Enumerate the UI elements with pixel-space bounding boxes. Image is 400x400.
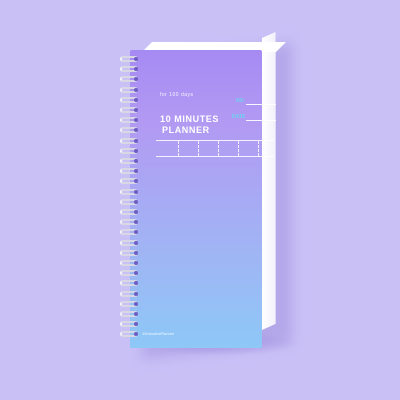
spiral-binding (120, 56, 142, 346)
binding-hole (134, 159, 138, 163)
binding-hole (134, 87, 138, 92)
cover-title-line1: 10 MINUTES (160, 114, 220, 124)
binding-hole (134, 240, 138, 245)
binding-hole (134, 189, 138, 194)
binding-hole (134, 250, 138, 255)
cover-divider-4 (238, 141, 239, 156)
notebook-cover (130, 50, 262, 348)
cover-divider-5 (258, 141, 259, 156)
cover-rule-top (156, 140, 274, 141)
binding-hole (134, 210, 138, 214)
binding-hole (134, 138, 138, 143)
product-photo-scene: for 100 days 10 MINUTES PLANNER NO. DATE… (0, 0, 400, 400)
binding-hole (134, 261, 138, 265)
cover-tagline: for 100 days (160, 92, 194, 98)
binding-hole (134, 312, 138, 316)
cover-brand: 10minutesPlanner (142, 331, 175, 336)
field-date-label: DATE (232, 114, 246, 120)
binding-hole (134, 291, 138, 296)
binding-hole (134, 199, 138, 204)
field-date-line (246, 120, 276, 121)
binding-hole (134, 301, 138, 306)
field-no-line (246, 104, 276, 105)
binding-hole (134, 97, 138, 102)
binding-hole (134, 57, 138, 61)
field-no-label: NO. (236, 98, 245, 104)
cover-divider-3 (218, 141, 219, 156)
cover-rule-bottom (156, 156, 274, 157)
cover-title-line2: PLANNER (162, 125, 210, 135)
cover-divider-2 (198, 141, 199, 156)
cover-title: 10 MINUTES PLANNER (160, 114, 240, 136)
binding-hole (134, 148, 138, 153)
cover-divider-1 (178, 141, 179, 156)
binding-hole (134, 108, 138, 112)
notebook-page-edges (262, 31, 276, 331)
